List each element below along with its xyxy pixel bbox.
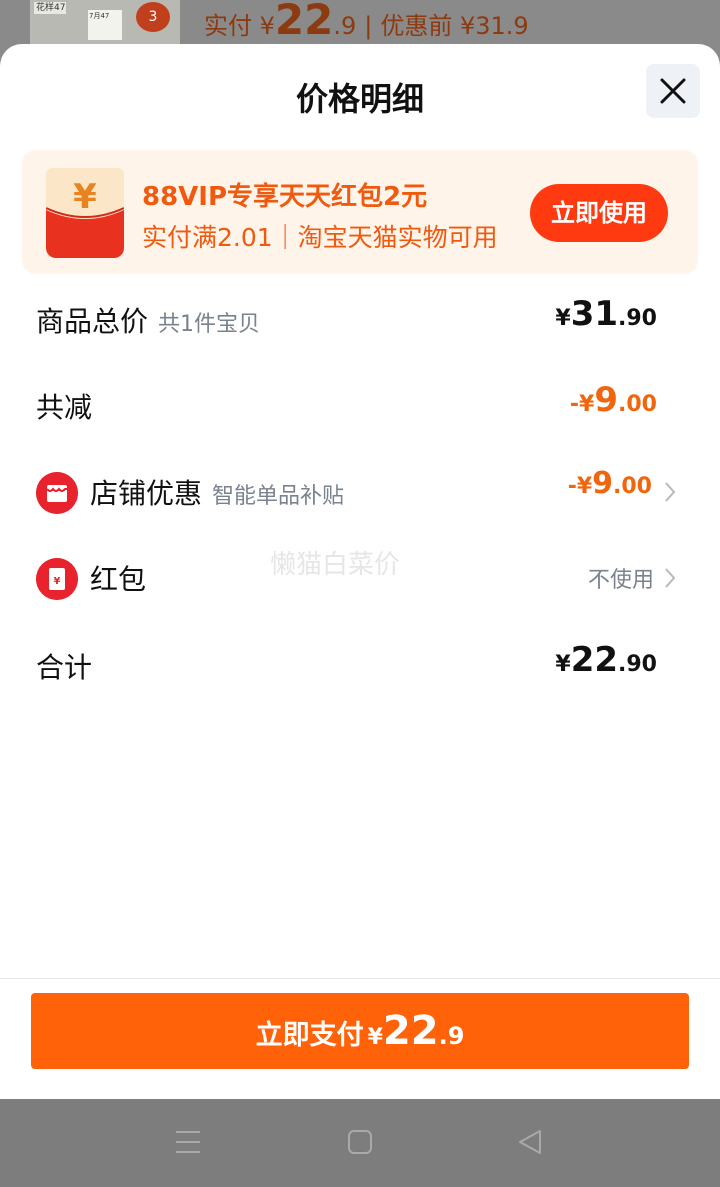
watermark: 懒猫白菜价: [270, 550, 401, 580]
pay-now-button[interactable]: 立即支付 ¥22.9: [31, 993, 689, 1069]
thumb-text: 花样47: [34, 2, 66, 14]
close-button[interactable]: [646, 64, 700, 118]
total-price-row: 商品总价 共1件宝贝 ¥31.90: [0, 290, 720, 350]
promo-subtitle: 实付满2.01｜淘宝天猫实物可用: [142, 223, 498, 252]
close-icon: [660, 78, 686, 104]
red-packet-status: 不使用: [587, 568, 654, 593]
subsidy-hint: 智能单品补贴: [212, 484, 345, 509]
item-count-hint: 共1件宝贝: [158, 312, 261, 337]
row-label: 店铺优惠 智能单品补贴: [90, 477, 345, 510]
sheet-title: 价格明细: [295, 80, 424, 118]
thumb-text: 7月47: [88, 10, 122, 40]
divider: [0, 978, 720, 979]
red-packet-icon: ¥: [36, 558, 78, 600]
total-price-value: ¥31.90: [555, 294, 657, 334]
vip-redpacket-promo: ¥ 88VIP专享天天红包2元 实付满2.01｜淘宝天猫实物可用 立即使用: [22, 150, 698, 274]
svg-text:¥: ¥: [73, 177, 97, 217]
system-navigation-bar: [0, 1099, 720, 1187]
badge: 3: [136, 2, 170, 32]
row-label: 红包: [90, 563, 147, 596]
store-icon: [36, 472, 78, 514]
home-icon[interactable]: [346, 1129, 374, 1155]
menu-icon[interactable]: [174, 1129, 202, 1155]
product-thumbnail: 花样47 7月47 3: [30, 0, 180, 44]
red-envelope-icon: ¥: [46, 168, 124, 258]
chevron-right-icon: [665, 568, 676, 588]
row-label: 合计: [36, 651, 93, 684]
svg-text:¥: ¥: [54, 576, 61, 587]
row-label: 共减: [36, 391, 93, 424]
price-detail-sheet: 价格明细 ¥ 88VIP专享天天红包2元 实付满2.01｜淘宝天猫实物可用 立即…: [0, 44, 720, 1099]
store-discount-value: -¥9.00: [567, 466, 652, 501]
sum-row: 合计 ¥22.90: [0, 636, 720, 696]
total-discount-value: -¥9.00: [569, 380, 657, 420]
promo-title: 88VIP专享天天红包2元: [142, 182, 428, 212]
back-icon[interactable]: [516, 1129, 544, 1155]
store-discount-row[interactable]: 店铺优惠 智能单品补贴 -¥9.00: [0, 462, 720, 522]
background-price: 实付 ¥22.9 | 优惠前 ¥31.9: [204, 0, 529, 44]
chevron-right-icon: [665, 482, 676, 502]
row-label: 商品总价 共1件宝贝: [36, 305, 261, 338]
use-now-button[interactable]: 立即使用: [530, 184, 668, 242]
sum-value: ¥22.90: [555, 640, 657, 680]
total-discount-row: 共减 -¥9.00: [0, 376, 720, 436]
